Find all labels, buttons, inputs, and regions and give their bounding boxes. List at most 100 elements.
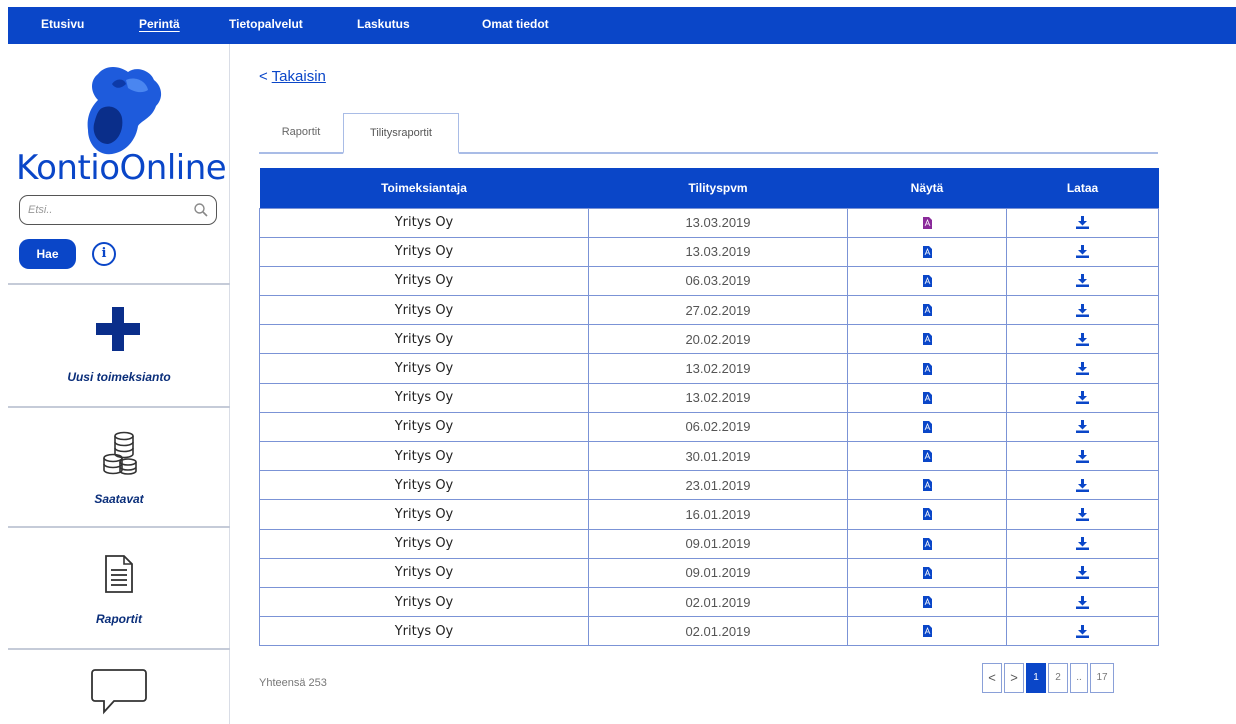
download-icon[interactable] <box>1076 478 1089 492</box>
cell-date: 30.01.2019 <box>588 440 848 472</box>
nav-item-tietopalvelut[interactable]: Tietopalvelut <box>229 17 303 31</box>
download-icon[interactable] <box>1076 274 1089 288</box>
table-row: Yritys Oy 13.02.2019 <box>259 382 1159 413</box>
sidebar-item-messages[interactable] <box>8 650 230 724</box>
pdf-icon[interactable] <box>922 304 932 317</box>
cell-view <box>847 295 1007 326</box>
pdf-icon[interactable] <box>922 216 932 229</box>
search-input[interactable] <box>28 202 178 218</box>
pdf-icon[interactable] <box>922 333 932 346</box>
document-icon <box>105 555 133 593</box>
tab-raportit[interactable]: Raportit <box>259 113 343 154</box>
pagination-prev-button[interactable]: < <box>982 663 1002 693</box>
table-row: Yritys Oy 13.02.2019 <box>259 353 1159 384</box>
total-count: Yhteensä 253 <box>259 677 327 689</box>
bear-logo-icon <box>87 67 162 155</box>
download-icon[interactable] <box>1076 537 1089 551</box>
download-icon[interactable] <box>1076 391 1089 405</box>
sidebar: KontioOnline Hae i Uusi toimeksianto <box>8 44 230 724</box>
download-icon[interactable] <box>1076 420 1089 434</box>
sidebar-item-uusi-toimeksianto[interactable]: Uusi toimeksianto <box>8 285 230 406</box>
pdf-icon[interactable] <box>922 479 932 492</box>
info-icon[interactable]: i <box>92 242 116 266</box>
cell-client: Yritys Oy <box>259 207 589 238</box>
pdf-icon[interactable] <box>922 420 932 433</box>
column-header-lataa: Lataa <box>1006 168 1159 208</box>
table-row: Yritys Oy 16.01.2019 <box>259 499 1159 530</box>
pdf-icon[interactable] <box>922 596 932 609</box>
cell-download <box>1006 236 1159 267</box>
tab-tilitysraportit[interactable]: Tilitysraportit <box>343 113 459 154</box>
back-link[interactable]: < Takaisin <box>259 68 326 85</box>
download-icon[interactable] <box>1076 507 1089 521</box>
pagination-next-button[interactable]: > <box>1004 663 1024 693</box>
search-button[interactable]: Hae <box>19 239 76 269</box>
column-header-nayta: Näytä <box>847 168 1007 208</box>
cell-client: Yritys Oy <box>259 265 589 297</box>
download-icon[interactable] <box>1076 332 1089 346</box>
cell-view <box>847 236 1007 267</box>
cell-date: 16.01.2019 <box>588 499 848 530</box>
cell-download <box>1006 353 1159 384</box>
cell-client: Yritys Oy <box>259 382 589 413</box>
logo-text: KontioOnline <box>16 148 227 188</box>
nav-item-perinta[interactable]: Perintä <box>139 17 180 31</box>
pagination-page-2[interactable]: 2 <box>1048 663 1068 693</box>
cell-client: Yritys Oy <box>259 324 589 355</box>
cell-date: 02.01.2019 <box>588 616 848 647</box>
coins-icon <box>103 431 137 475</box>
pdf-icon[interactable] <box>922 537 932 550</box>
nav-item-omat-tiedot[interactable]: Omat tiedot <box>482 17 549 31</box>
search-box <box>19 195 217 225</box>
cell-view <box>847 382 1007 413</box>
download-icon[interactable] <box>1076 303 1089 317</box>
sidebar-item-saatavat[interactable]: Saatavat <box>8 408 230 526</box>
search-icon[interactable] <box>192 201 210 219</box>
pdf-icon[interactable] <box>922 391 932 404</box>
cell-view <box>847 411 1007 443</box>
table-row: Yritys Oy 20.02.2019 <box>259 324 1159 355</box>
top-navigation-bar: Etusivu Perintä Tietopalvelut Laskutus O… <box>8 7 1236 44</box>
download-icon[interactable] <box>1076 245 1089 259</box>
pdf-icon[interactable] <box>922 450 932 463</box>
pdf-icon[interactable] <box>922 362 932 375</box>
cell-date: 02.01.2019 <box>588 586 848 618</box>
download-icon[interactable] <box>1076 566 1089 580</box>
sidebar-item-raportit[interactable]: Raportit <box>8 528 230 648</box>
column-header-toimeksiantaja[interactable]: Toimeksiantaja <box>259 168 589 208</box>
pagination-page-17[interactable]: 17 <box>1090 663 1114 693</box>
pdf-icon[interactable] <box>922 508 932 521</box>
download-icon[interactable] <box>1076 216 1089 230</box>
cell-date: 09.01.2019 <box>588 528 848 559</box>
cell-download <box>1006 324 1159 355</box>
pagination-page-1[interactable]: 1 <box>1026 663 1046 693</box>
cell-client: Yritys Oy <box>259 528 589 559</box>
pdf-icon[interactable] <box>922 625 932 638</box>
nav-item-etusivu[interactable]: Etusivu <box>41 17 84 31</box>
nav-item-laskutus[interactable]: Laskutus <box>357 17 410 31</box>
cell-client: Yritys Oy <box>259 499 589 530</box>
cell-view <box>847 207 1007 238</box>
cell-download <box>1006 557 1159 588</box>
pdf-icon[interactable] <box>922 566 932 579</box>
cell-date: 06.02.2019 <box>588 411 848 443</box>
sidebar-item-label: Saatavat <box>94 492 144 506</box>
download-icon[interactable] <box>1076 449 1089 463</box>
download-icon[interactable] <box>1076 624 1089 638</box>
table-row: Yritys Oy 06.03.2019 <box>259 265 1159 297</box>
download-icon[interactable] <box>1076 362 1089 376</box>
column-header-tilityspvm[interactable]: Tilityspvm <box>588 168 848 208</box>
cell-download <box>1006 470 1159 501</box>
cell-date: 13.03.2019 <box>588 236 848 267</box>
pdf-icon[interactable] <box>922 274 932 287</box>
table-row: Yritys Oy 02.01.2019 <box>259 586 1159 618</box>
pdf-icon[interactable] <box>922 245 932 258</box>
download-icon[interactable] <box>1076 595 1089 609</box>
cell-download <box>1006 499 1159 530</box>
cell-view <box>847 616 1007 647</box>
chat-bubble-icon <box>91 669 147 715</box>
cell-view <box>847 265 1007 297</box>
plus-icon <box>96 307 140 351</box>
table-row: Yritys Oy 13.03.2019 <box>259 207 1159 238</box>
cell-view <box>847 353 1007 384</box>
